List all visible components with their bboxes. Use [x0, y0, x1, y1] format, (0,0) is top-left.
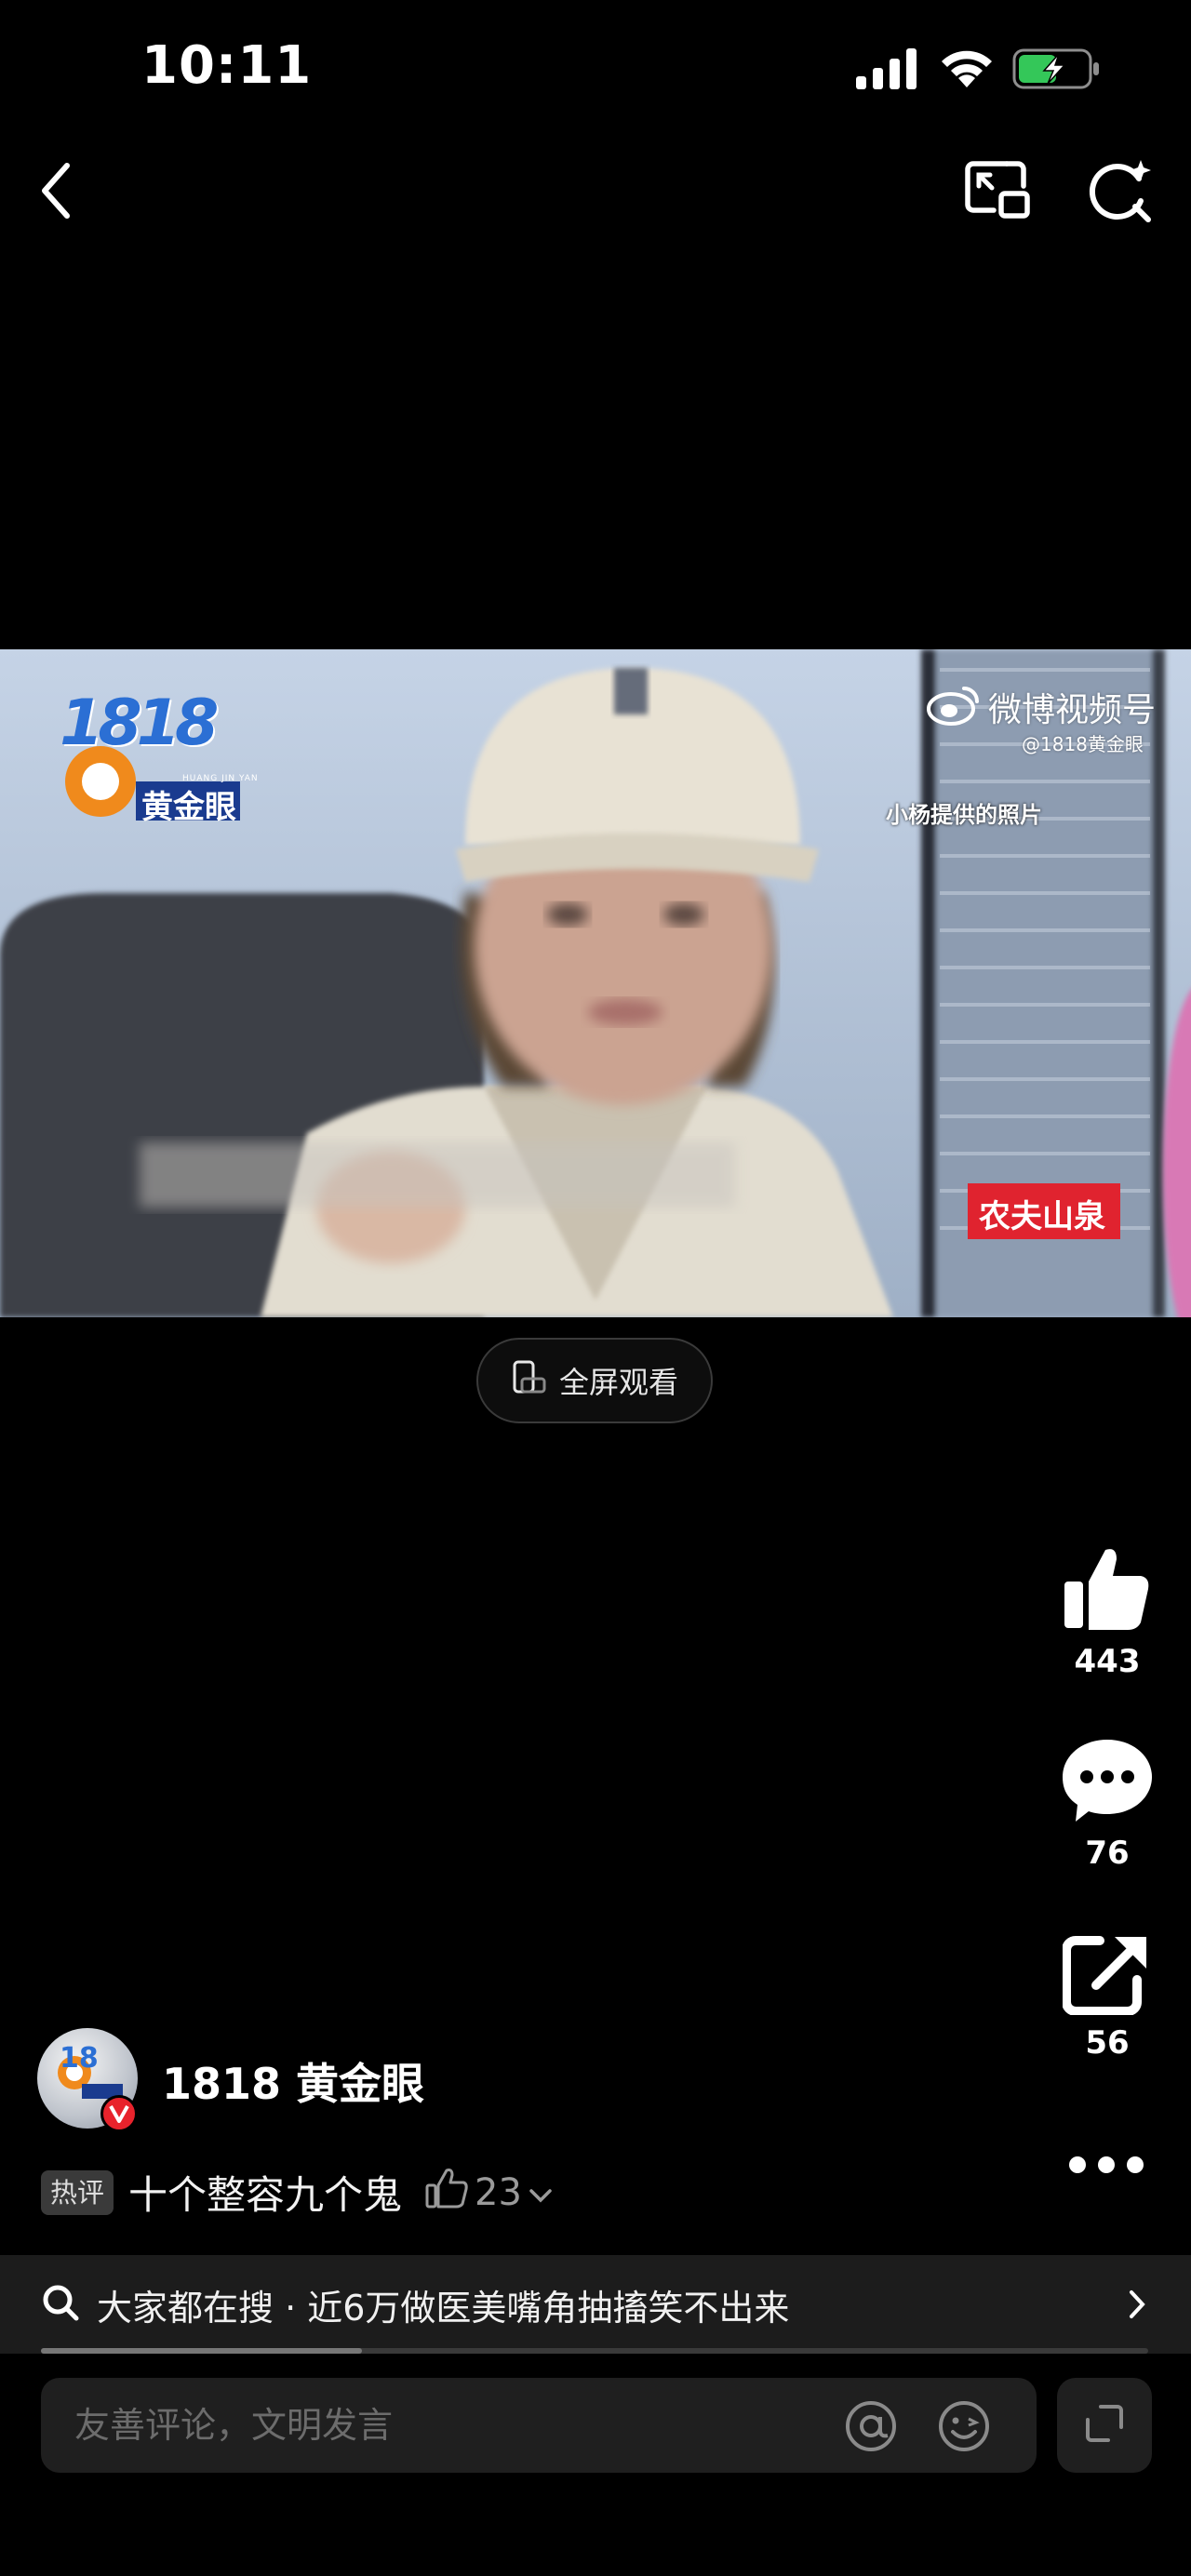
comment-input-box[interactable] — [41, 2378, 1037, 2473]
video-caption: 小杨提供的照片 — [886, 802, 1042, 828]
share-button[interactable]: 56 — [1047, 1931, 1168, 2062]
mention-icon[interactable] — [843, 2398, 899, 2458]
battery-charging-icon — [1012, 48, 1102, 93]
hot-comment-like-count: 23 — [475, 2170, 522, 2214]
hot-comment-text: 十个整容九个鬼 — [128, 2172, 403, 2218]
chevron-down-icon — [528, 2171, 554, 2214]
like-count: 443 — [1074, 1643, 1141, 1680]
author-name[interactable]: 1818 黄金眼 — [162, 2050, 424, 2112]
phone-rotate-icon — [511, 1358, 548, 1403]
hot-comment[interactable]: 热评 十个整容九个鬼 23 — [41, 2164, 554, 2221]
comment-bubble-icon — [1059, 1740, 1156, 1829]
author-avatar[interactable]: 18 — [37, 2028, 138, 2132]
video-player[interactable]: 1818 HUANG JIN YAN 黄金眼 微博视频号 @1818黄金眼 小杨… — [0, 649, 1191, 1317]
video-progress-fill — [41, 2348, 362, 2354]
verified-badge-icon — [100, 2095, 138, 2132]
channel-logo-name: 黄金眼 — [141, 789, 236, 826]
thumbs-up-icon — [1061, 1549, 1154, 1637]
weibo-logo-icon — [927, 683, 981, 729]
search-button[interactable] — [1087, 158, 1154, 229]
expand-comment-button[interactable] — [1057, 2378, 1152, 2473]
share-icon — [1062, 1936, 1152, 2019]
trending-search-text: 大家都在搜 · 近6万做医美嘴角抽搐笑不出来 — [97, 2287, 790, 2329]
more-options-button[interactable] — [1066, 2151, 1146, 2182]
picture-in-picture-button[interactable] — [964, 158, 1031, 225]
search-icon — [41, 2283, 80, 2326]
like-button[interactable]: 443 — [1047, 1544, 1168, 1680]
cellular-signal-icon — [856, 48, 919, 93]
more-dots-icon — [1066, 2156, 1146, 2182]
sponsor-logo: 农夫山泉 — [979, 1198, 1105, 1235]
status-time: 10:11 — [141, 35, 313, 96]
comment-input[interactable] — [73, 2404, 783, 2447]
fullscreen-button[interactable]: 全屏观看 — [476, 1338, 713, 1423]
share-count: 56 — [1085, 2024, 1130, 2062]
platform-watermark: 微博视频号 — [988, 691, 1157, 729]
back-button[interactable] — [37, 160, 74, 225]
comment-button[interactable]: 76 — [1047, 1736, 1168, 1872]
fullscreen-label: 全屏观看 — [558, 1365, 678, 1400]
emoji-icon[interactable] — [936, 2398, 992, 2458]
chevron-right-icon — [1128, 2289, 1146, 2324]
wifi-icon — [938, 45, 996, 93]
comment-count: 76 — [1085, 1835, 1130, 1872]
expand-icon — [1084, 2403, 1125, 2448]
platform-handle: @1818黄金眼 — [1022, 733, 1144, 755]
thumbs-up-outline-icon — [424, 2167, 469, 2219]
channel-logo-number: 1818 — [60, 687, 219, 760]
hot-comment-like[interactable]: 23 — [424, 2167, 554, 2219]
hot-comment-tag: 热评 — [41, 2169, 114, 2215]
svg-text:18: 18 — [60, 2042, 99, 2075]
trending-search-banner[interactable]: 大家都在搜 · 近6万做医美嘴角抽搐笑不出来 — [0, 2255, 1191, 2354]
